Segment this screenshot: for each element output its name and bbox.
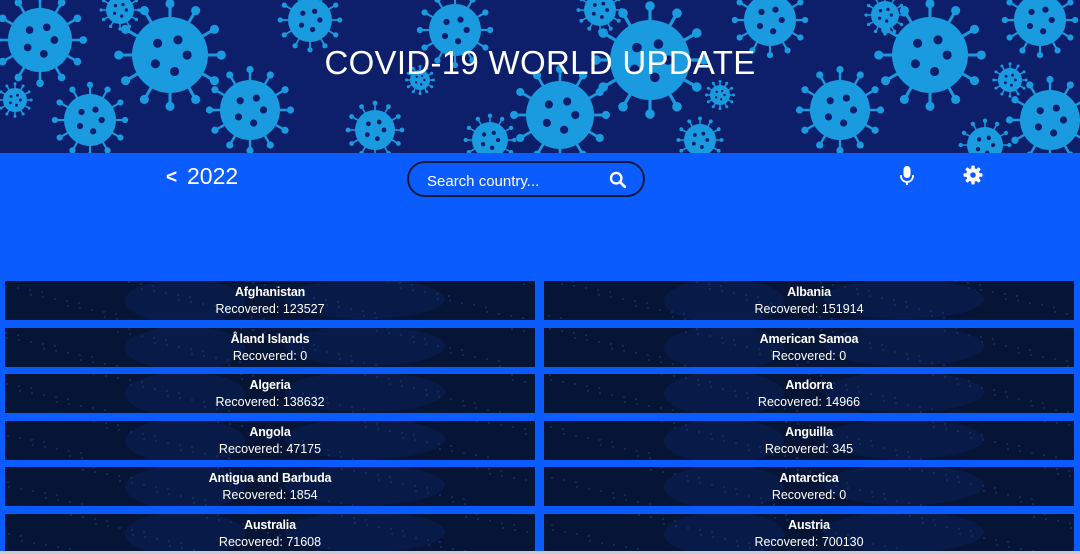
virus-icon [0, 82, 33, 118]
country-name: Australia [244, 517, 296, 532]
virus-icon [463, 113, 517, 153]
hero-banner: COVID-19 WORLD UPDATE [0, 0, 1080, 153]
recovered-count: Recovered: 138632 [215, 395, 325, 409]
country-card[interactable]: American Samoa Recovered: 0 [544, 327, 1074, 367]
recovered-count: Recovered: 345 [764, 441, 854, 456]
country-name: Austria [788, 517, 830, 532]
recovered-count: Recovered: 0 [771, 488, 847, 502]
virus-icon [676, 116, 724, 153]
country-card[interactable]: Andorra Recovered: 14966 [544, 374, 1074, 413]
country-name: Algeria [249, 378, 291, 392]
country-name: Anguilla [785, 424, 833, 439]
recovered-count: Recovered: 47175 [218, 441, 322, 456]
country-name: Andorra [785, 378, 833, 392]
microphone-icon[interactable] [899, 165, 915, 187]
virus-icon [864, 0, 906, 36]
recovered-count: Recovered: 151914 [754, 302, 864, 316]
country-card[interactable]: Afghanistan Recovered: 123527 [5, 281, 535, 320]
search-box [407, 161, 645, 197]
search-input[interactable] [425, 170, 609, 192]
search-icon[interactable] [609, 171, 627, 189]
country-name: Antarctica [779, 471, 839, 485]
recovered-count: Recovered: 14966 [757, 395, 861, 409]
country-card[interactable]: Algeria Recovered: 138632 [5, 374, 535, 413]
country-name: Åland Islands [230, 331, 310, 346]
country-card[interactable]: Australia Recovered: 71608 [5, 513, 535, 553]
country-card[interactable]: Albania Recovered: 151914 [544, 281, 1074, 320]
virus-icon [99, 0, 141, 31]
country-card[interactable]: Antarctica Recovered: 0 [544, 467, 1074, 506]
country-name: Afghanistan [234, 285, 306, 299]
recovered-count: Recovered: 700130 [754, 534, 864, 549]
year-label: 2022 [187, 163, 239, 189]
virus-icon [705, 80, 735, 110]
virus-icon [576, 0, 624, 34]
toolbar: < 2022 [0, 153, 1080, 278]
country-name: Albania [787, 285, 831, 299]
recovered-count: Recovered: 1854 [222, 488, 318, 502]
recovered-count: Recovered: 0 [232, 348, 308, 363]
back-button[interactable]: < [166, 167, 177, 189]
country-name: American Samoa [759, 331, 859, 346]
virus-icon [958, 118, 1012, 153]
recovered-count: Recovered: 123527 [215, 302, 325, 316]
recovered-count: Recovered: 0 [771, 348, 847, 363]
country-card[interactable]: Anguilla Recovered: 345 [544, 420, 1074, 460]
virus-icon [51, 81, 129, 153]
country-card[interactable]: Austria Recovered: 700130 [544, 513, 1074, 553]
country-card[interactable]: Åland Islands Recovered: 0 [5, 327, 535, 367]
country-card[interactable]: Antigua and Barbuda Recovered: 1854 [5, 467, 535, 506]
recovered-count: Recovered: 71608 [218, 534, 322, 549]
country-name: Angola [249, 424, 291, 439]
page-title: COVID-19 WORLD UPDATE [324, 44, 756, 81]
gear-icon[interactable] [963, 165, 983, 185]
country-name: Antigua and Barbuda [208, 471, 332, 485]
country-card[interactable]: Angola Recovered: 47175 [5, 420, 535, 460]
virus-icon [345, 100, 405, 153]
